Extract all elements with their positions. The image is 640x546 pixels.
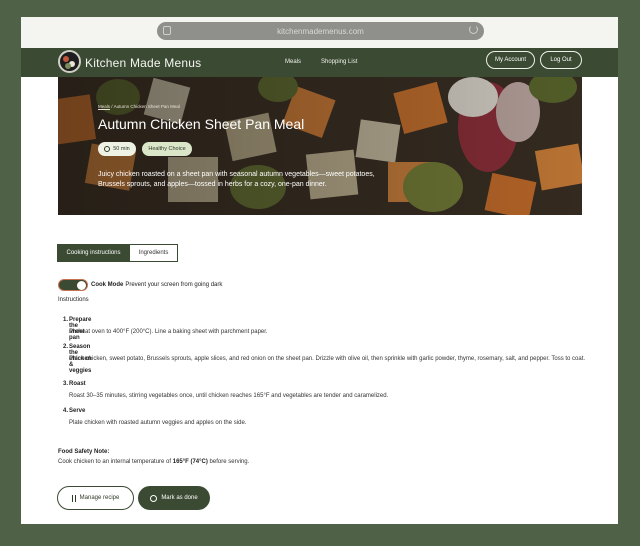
breadcrumb-current: Autumn Chicken Sheet Pan Meal bbox=[113, 104, 180, 109]
cook-time-value: 50 min bbox=[113, 146, 130, 152]
instructions-heading: Instructions bbox=[58, 297, 89, 303]
log-out-button[interactable]: Log Out bbox=[540, 51, 582, 69]
step-body: Place chicken, sweet potato, Brussels sp… bbox=[69, 356, 586, 362]
cook-mode-row: Cook Mode Prevent your screen from going… bbox=[58, 279, 222, 291]
check-circle-icon bbox=[150, 494, 158, 502]
mark-as-done-button[interactable]: Mark as done bbox=[138, 486, 210, 510]
food-safety-temp: 165°F (74°C) bbox=[172, 459, 208, 465]
cook-mode-description: Prevent your screen from going dark bbox=[125, 282, 223, 288]
nav-link-shopping-list[interactable]: Shopping List bbox=[321, 59, 357, 65]
cook-mode-toggle[interactable] bbox=[58, 279, 88, 291]
step-number: 2. bbox=[63, 344, 69, 350]
step-title: Serve bbox=[69, 408, 86, 414]
tabs-icon[interactable] bbox=[163, 26, 171, 35]
brand-name[interactable]: Kitchen Made Menus bbox=[85, 56, 201, 70]
nav-link-meals[interactable]: Meals bbox=[285, 59, 301, 65]
step-number: 4. bbox=[63, 408, 69, 414]
tab-cooking-instructions[interactable]: Cooking instructions bbox=[57, 244, 130, 262]
step-number: 1. bbox=[63, 317, 69, 323]
cook-mode-label: Cook Mode bbox=[91, 282, 124, 288]
food-safety-text-pre: Cook chicken to an internal temperature … bbox=[58, 459, 173, 465]
browser-toolbar: kitchenmademenus.com bbox=[21, 17, 618, 48]
reload-icon[interactable] bbox=[469, 25, 478, 34]
address-bar[interactable]: kitchenmademenus.com bbox=[157, 22, 484, 40]
step-body: Preheat oven to 400°F (200°C). Line a ba… bbox=[69, 329, 268, 335]
breadcrumb-meals-link[interactable]: Meals bbox=[98, 104, 110, 109]
healthy-choice-badge: Healthy Choice bbox=[142, 142, 192, 156]
breadcrumb: Meals / Autumn Chicken Sheet Pan Meal bbox=[98, 104, 180, 109]
step-number: 3. bbox=[63, 381, 69, 387]
top-navbar: Kitchen Made Menus Meals Shopping List M… bbox=[21, 48, 618, 77]
brand-logo[interactable] bbox=[58, 50, 81, 73]
food-safety-text-post: before serving. bbox=[207, 459, 250, 465]
step-body: Roast 30–35 minutes, stirring vegetables… bbox=[69, 393, 389, 399]
recipe-tabs: Cooking instructions Ingredients bbox=[57, 244, 178, 262]
cook-time-chip: 50 min bbox=[98, 142, 136, 156]
recipe-hero: Meals / Autumn Chicken Sheet Pan Meal Au… bbox=[58, 77, 582, 215]
manage-recipe-label: Manage recipe bbox=[79, 495, 120, 501]
step-title: Roast bbox=[69, 381, 86, 387]
mark-as-done-label: Mark as done bbox=[161, 495, 198, 501]
food-safety-note: Cook chicken to an internal temperature … bbox=[58, 459, 249, 465]
toggle-knob bbox=[77, 281, 86, 290]
breadcrumb-separator: / bbox=[111, 104, 113, 109]
url-text: kitchenmademenus.com bbox=[277, 26, 364, 36]
manage-recipe-button[interactable]: Manage recipe bbox=[57, 486, 134, 510]
my-account-button[interactable]: My Account bbox=[486, 51, 535, 69]
tab-ingredients[interactable]: Ingredients bbox=[130, 244, 178, 262]
hero-overlay bbox=[58, 77, 582, 215]
page-title: Autumn Chicken Sheet Pan Meal bbox=[98, 116, 305, 132]
sort-icon bbox=[71, 494, 76, 502]
step-body: Plate chicken with roasted autumn veggie… bbox=[69, 420, 247, 426]
recipe-description: Juicy chicken roasted on a sheet pan wit… bbox=[98, 171, 375, 188]
clock-icon bbox=[104, 146, 111, 152]
food-safety-heading: Food Safety Note: bbox=[58, 449, 110, 455]
browser-window: kitchenmademenus.com Kitchen Made Menus … bbox=[21, 17, 618, 524]
